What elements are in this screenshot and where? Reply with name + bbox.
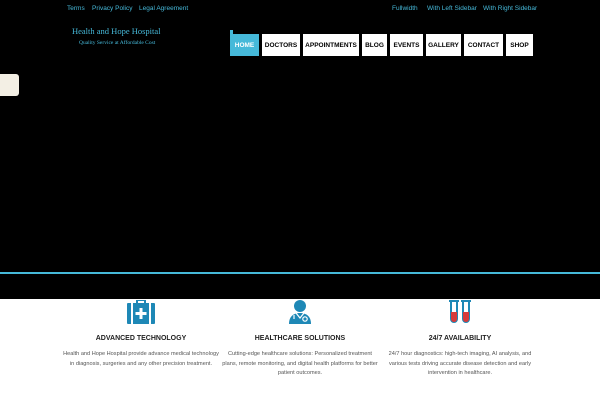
site-title[interactable]: Health and Hope Hospital [72,26,161,36]
feature-description: 24/7 hour diagnostics: high-tech imaging… [388,351,532,377]
fullwidth-link[interactable]: Fullwidth [392,5,418,13]
medical-kit-icon [127,300,155,324]
nav-home[interactable]: HOME [230,34,259,56]
feature-title: ADVANCED TECHNOLOGY [95,335,187,342]
nav-blog[interactable]: BLOG [362,34,387,56]
feature-description: Cutting-edge healthcare solutions: Perso… [222,351,378,377]
right-sidebar-link[interactable]: With Right Sidebar [483,5,537,13]
privacy-policy-link[interactable]: Privacy Policy [92,5,132,13]
nav-events[interactable]: EVENTS [390,34,423,56]
feature-title: 24/7 AVAILABILITY [428,335,492,342]
header-bottom-band [0,274,600,299]
site-tagline: Quality Service at Affordable Cost [79,40,156,46]
left-sidebar-link[interactable]: With Left Sidebar [427,5,477,13]
test-tubes-icon [449,300,471,323]
top-bar: Terms Privacy Policy Legal Agreement Ful… [0,0,600,19]
site-header: Health and Hope Hospital Quality Service… [0,19,600,272]
feature-title: HEALTHCARE SOLUTIONS [254,335,346,342]
nav-shop[interactable]: SHOP [506,34,533,56]
doctor-icon [289,300,311,324]
nav-gallery[interactable]: GALLERY [426,34,461,56]
nav-contact[interactable]: CONTACT [464,34,503,56]
side-panel-tab[interactable] [0,74,19,96]
legal-agreement-link[interactable]: Legal Agreement [139,5,188,13]
nav-doctors[interactable]: DOCTORS [262,34,300,56]
nav-appointments[interactable]: APPOINTMENTS [303,34,359,56]
terms-link[interactable]: Terms [67,5,85,13]
feature-description: Health and Hope Hospital provide advance… [63,351,219,367]
